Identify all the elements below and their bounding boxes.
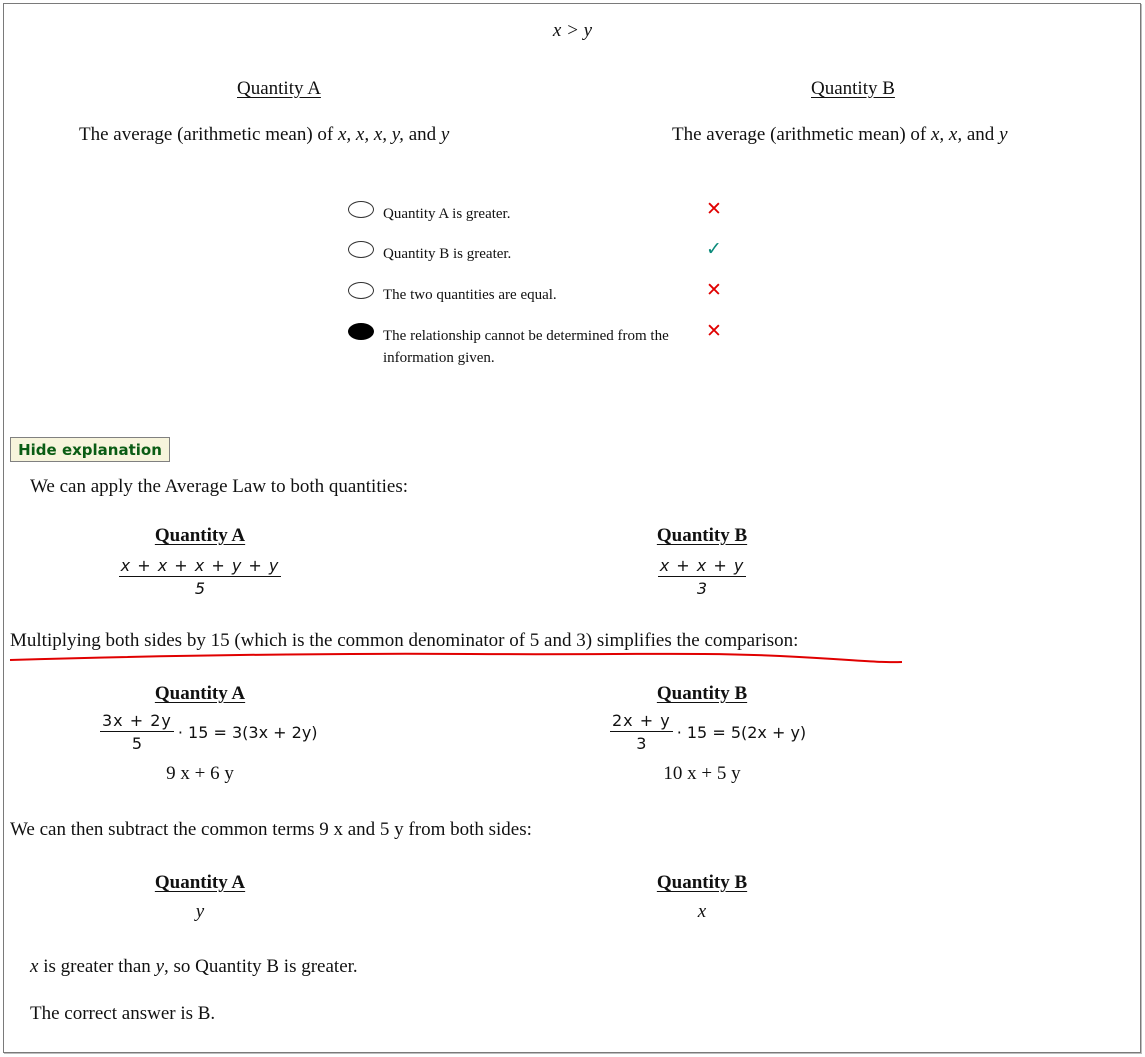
step1-quantity-b-heading: Quantity B <box>656 525 748 546</box>
step2-quantity-b-formula: 2x + y3 · 15 = 5(2x + y) <box>610 711 807 753</box>
choice-c[interactable]: The two quantities are equal. <box>348 282 695 306</box>
step2-quantity-a-heading: Quantity A <box>154 683 246 704</box>
step1-quantity-a-formula: x + x + x + y + y5 <box>118 556 282 598</box>
step2-quantity-a-result: 9 x + 6 y <box>166 763 234 784</box>
explanation-intro: We can apply the Average Law to both qua… <box>30 476 408 497</box>
step3-quantity-b-heading: Quantity B <box>656 872 748 893</box>
cross-icon: ✕ <box>706 320 722 342</box>
step1-quantity-b-formula: x + x + y3 <box>657 556 747 598</box>
step3-quantity-a-heading: Quantity A <box>154 872 246 893</box>
step2-quantity-a-formula: 3x + 2y 5 · 15 = 3(3x + 2y) <box>100 711 318 753</box>
choice-b[interactable]: Quantity B is greater. <box>348 241 695 265</box>
red-annotation-underline <box>9 652 903 664</box>
cross-icon: ✕ <box>706 198 722 220</box>
cross-icon: ✕ <box>706 279 722 301</box>
radio-button[interactable] <box>348 282 374 299</box>
quantity-b-text: The average (arithmetic mean) of x, x, a… <box>672 124 1008 145</box>
quantity-a-heading: Quantity A <box>237 78 321 99</box>
check-icon: ✓ <box>706 238 722 260</box>
step3-quantity-a-value: y <box>195 901 205 922</box>
conclusion-text: x is greater than y, so Quantity B is gr… <box>30 956 358 977</box>
correct-answer-text: The correct answer is B. <box>30 1003 216 1024</box>
subtract-explanation: We can then subtract the common terms 9 … <box>10 819 532 840</box>
choice-label: Quantity B is greater. <box>383 246 512 262</box>
choice-label: The two quantities are equal. <box>383 287 557 303</box>
radio-button[interactable] <box>348 201 374 218</box>
choice-d[interactable]: The relationship cannot be determined fr… <box>348 323 695 369</box>
quantity-b-heading: Quantity B <box>811 78 895 99</box>
step2-quantity-b-heading: Quantity B <box>656 683 748 704</box>
choice-label: The relationship cannot be determined fr… <box>383 328 669 366</box>
step1-quantity-a-heading: Quantity A <box>154 525 246 546</box>
quantity-a-text: The average (arithmetic mean) of x, x, x… <box>79 124 450 145</box>
radio-button[interactable] <box>348 241 374 258</box>
radio-button-selected[interactable] <box>348 323 374 340</box>
choice-label: Quantity A is greater. <box>383 206 511 222</box>
step3-quantity-b-value: x <box>697 901 707 922</box>
step2-quantity-b-result: 10 x + 5 y <box>663 763 741 784</box>
question-stem: x > y <box>552 20 593 41</box>
choice-a[interactable]: Quantity A is greater. <box>348 201 695 225</box>
hide-explanation-button[interactable]: Hide explanation <box>10 437 170 462</box>
